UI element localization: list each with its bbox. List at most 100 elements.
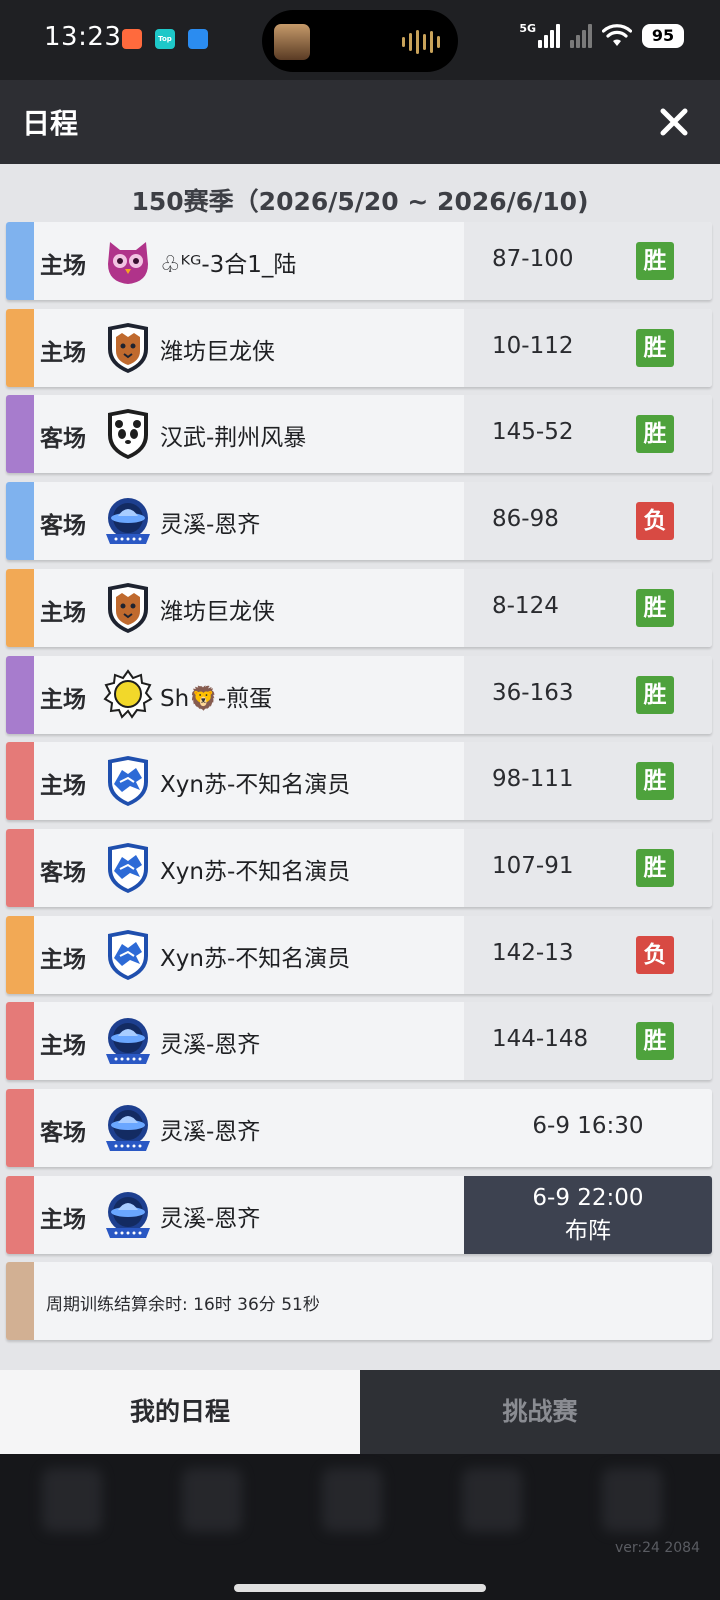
venue-label: 主场 [40,599,86,626]
result-badge: 胜 [636,848,674,887]
row-color-bar [6,308,34,387]
tab-challenge[interactable]: 挑战赛 [360,1370,720,1454]
schedule-row[interactable]: 主场 Xyn苏-不知名演员 142-13 负 [6,915,712,994]
blurred-nav-icon [182,1468,242,1532]
home-indicator[interactable] [234,1584,486,1592]
result-badge: 胜 [636,328,674,367]
match-score: 107-91 [492,852,574,879]
row-color-bar [6,1262,34,1341]
tiger-shield-logo-icon [102,581,154,635]
venue-label: 主场 [40,946,86,973]
venue-label: 主场 [40,686,86,713]
ufo-badge-logo-icon [102,1014,154,1068]
ufo-badge-logo-icon [102,1101,154,1155]
schedule-row[interactable]: 客场 汉武-荆州风暴 145-52 胜 [6,395,712,474]
row-color-bar [6,742,34,821]
signal-secondary-icon [570,24,592,48]
team-name: 灵溪-恩齐 [160,1119,261,1145]
row-color-bar [6,568,34,647]
tab-bar: 我的日程 挑战赛 [0,1370,720,1454]
network-type: 5G [519,21,536,35]
schedule-row[interactable]: 主场 Sh🦁-煎蛋 36-163 胜 [6,655,712,734]
shopping-app-icon [122,29,142,49]
schedule-row[interactable]: 客场 Xyn苏-不知名演员 107-91 胜 [6,828,712,907]
team-name: 汉武-荆州风暴 [160,425,307,452]
venue-label: 主场 [40,1206,86,1233]
wifi-icon [602,24,632,46]
sun-logo-icon [102,668,154,722]
owl-logo-icon [102,234,154,288]
training-timer-row: 周期训练结算余时: 16时 36分 51秒 [6,1262,712,1341]
signal-icon [538,24,560,48]
tiger-shield-logo-icon [102,321,154,375]
venue-label: 客场 [40,1120,86,1146]
schedule-row[interactable]: 客场 灵溪-恩齐 6-9 16:30 [6,1089,712,1167]
message-app-icon [188,29,208,49]
schedule-row[interactable]: 主场 灵溪-恩齐 6-9 22:00 布阵 [6,1175,712,1254]
blurred-nav-icon [462,1468,522,1532]
row-color-bar [6,1175,34,1254]
dynamic-island[interactable] [262,10,458,72]
status-indicators: 5G 95 [519,21,684,48]
team-name: 潍坊巨龙侠 [160,598,275,625]
training-timer-text: 周期训练结算余时: 16时 36分 51秒 [46,1295,320,1316]
blurred-nav-icon [322,1468,382,1532]
schedule-row[interactable]: 主场 ♧ᴷᴳ-3合1_陆 87-100 胜 [6,222,712,300]
status-bar: 13:23 Top 5G 95 [0,0,720,80]
page-title: 日程 [22,107,79,140]
match-score: 145-52 [492,419,574,446]
blurred-nav-icon [42,1468,102,1532]
panda-shield-logo-icon [102,407,154,461]
wolf-shield-logo-icon [102,841,154,895]
result-badge: 胜 [636,1022,674,1061]
close-icon[interactable] [654,102,694,142]
match-time: 6-9 16:30 [532,1113,644,1139]
match-score: 144-148 [492,1026,589,1053]
venue-label: 主场 [40,339,86,366]
result-badge: 胜 [636,415,674,454]
match-score: 86-98 [492,506,559,533]
top-app-icon: Top [155,29,175,49]
schedule-row[interactable]: 主场 潍坊巨龙侠 10-112 胜 [6,308,712,387]
venue-label: 主场 [40,773,86,800]
row-color-bar [6,1002,34,1081]
venue-label: 客场 [40,513,86,540]
schedule-row[interactable]: 主场 Xyn苏-不知名演员 98-111 胜 [6,742,712,821]
schedule-panel: 150赛季（2026/5/20 ~ 2026/6/10) 主场 ♧ᴷᴳ-3合1_陆… [0,164,720,1370]
row-color-bar [6,915,34,994]
match-score: 98-111 [492,766,574,793]
row-color-bar [6,482,34,561]
row-color-bar [6,395,34,474]
battery-indicator: 95 [642,24,684,48]
season-title: 150赛季（2026/5/20 ~ 2026/6/10) [131,187,589,216]
schedule-row[interactable]: 主场 灵溪-恩齐 144-148 胜 [6,1002,712,1081]
blurred-nav-icon [602,1468,662,1532]
result-badge: 胜 [636,675,674,714]
row-color-bar [6,1089,34,1167]
match-score: 8-124 [492,592,559,619]
result-badge: 胜 [636,588,674,627]
venue-label: 主场 [40,1033,86,1060]
tab-my-schedule[interactable]: 我的日程 [0,1370,360,1454]
wolf-shield-logo-icon [102,754,154,808]
result-badge: 负 [636,935,674,974]
ufo-badge-logo-icon [102,494,154,548]
match-score: 142-13 [492,939,574,966]
team-name: ♧ᴷᴳ-3合1_陆 [160,252,297,278]
ufo-badge-logo-icon [102,1188,154,1242]
schedule-row[interactable]: 客场 灵溪-恩齐 86-98 负 [6,482,712,561]
team-name: 灵溪-恩齐 [160,1205,261,1232]
team-name: Sh🦁-煎蛋 [160,685,273,712]
venue-label: 客场 [40,859,86,886]
deploy-button[interactable]: 6-9 22:00 布阵 [464,1175,712,1254]
venue-label: 主场 [40,253,86,279]
row-color-bar [6,828,34,907]
deploy-label: 布阵 [565,1217,611,1244]
match-time: 6-9 22:00 [532,1184,644,1211]
schedule-row[interactable]: 主场 潍坊巨龙侠 8-124 胜 [6,568,712,647]
result-badge: 胜 [636,762,674,801]
status-time: 13:23 [44,22,122,52]
venue-label: 客场 [40,426,86,453]
team-name: Xyn苏-不知名演员 [160,772,351,799]
match-score: 10-112 [492,332,574,359]
